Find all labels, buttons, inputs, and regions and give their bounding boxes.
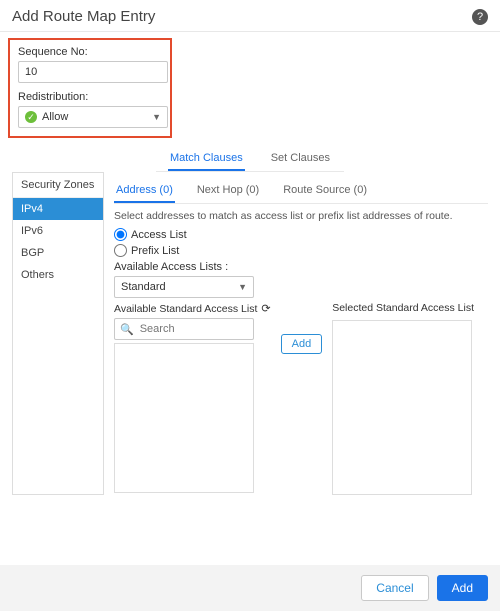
- allow-icon: ✓: [25, 111, 37, 123]
- hint-text: Select addresses to match as access list…: [114, 210, 488, 222]
- dialog-title: Add Route Map Entry: [12, 8, 155, 25]
- chevron-down-icon: ▼: [238, 282, 247, 292]
- subtab-address[interactable]: Address (0): [114, 178, 175, 203]
- tab-match-clauses[interactable]: Match Clauses: [168, 146, 245, 171]
- search-box[interactable]: 🔍: [114, 318, 254, 340]
- radio-prefix-list-label: Prefix List: [131, 245, 179, 257]
- chevron-down-icon: ▼: [152, 112, 161, 122]
- available-listbox[interactable]: [114, 343, 254, 493]
- subtab-nexthop[interactable]: Next Hop (0): [195, 178, 261, 203]
- sequence-input[interactable]: [18, 61, 168, 83]
- side-nav: Security Zones IPv4 IPv6 BGP Others: [12, 172, 104, 495]
- sidebar-item-ipv4[interactable]: IPv4: [13, 198, 103, 220]
- radio-access-list[interactable]: [114, 228, 127, 241]
- help-icon[interactable]: ?: [472, 9, 488, 25]
- available-lists-label: Available Access Lists :: [114, 261, 488, 273]
- redistribution-value: Allow: [42, 111, 152, 123]
- available-std-label: Available Standard Access List: [114, 303, 257, 315]
- selected-std-label: Selected Standard Access List: [332, 302, 474, 314]
- available-lists-value: Standard: [121, 281, 166, 293]
- refresh-icon[interactable]: ⟳: [261, 302, 270, 315]
- sequence-label: Sequence No:: [18, 46, 162, 58]
- redistribution-label: Redistribution:: [18, 91, 162, 103]
- sidebar-item-ipv6[interactable]: IPv6: [13, 220, 103, 242]
- search-icon: 🔍: [120, 323, 134, 336]
- highlight-box: Sequence No: Redistribution: ✓ Allow ▼: [8, 38, 172, 138]
- search-input[interactable]: [138, 322, 248, 336]
- sidebar-item-bgp[interactable]: BGP: [13, 242, 103, 264]
- radio-prefix-list[interactable]: [114, 244, 127, 257]
- subtab-routesource[interactable]: Route Source (0): [281, 178, 369, 203]
- selected-listbox[interactable]: [332, 320, 472, 495]
- tab-set-clauses[interactable]: Set Clauses: [269, 146, 332, 171]
- redistribution-select[interactable]: ✓ Allow ▼: [18, 106, 168, 128]
- add-to-selected-button[interactable]: Add: [281, 334, 323, 354]
- side-nav-title: Security Zones: [13, 173, 103, 198]
- cancel-button[interactable]: Cancel: [361, 575, 428, 601]
- sidebar-item-others[interactable]: Others: [13, 264, 103, 286]
- radio-access-list-label: Access List: [131, 229, 187, 241]
- available-lists-select[interactable]: Standard ▼: [114, 276, 254, 298]
- add-button[interactable]: Add: [437, 575, 488, 601]
